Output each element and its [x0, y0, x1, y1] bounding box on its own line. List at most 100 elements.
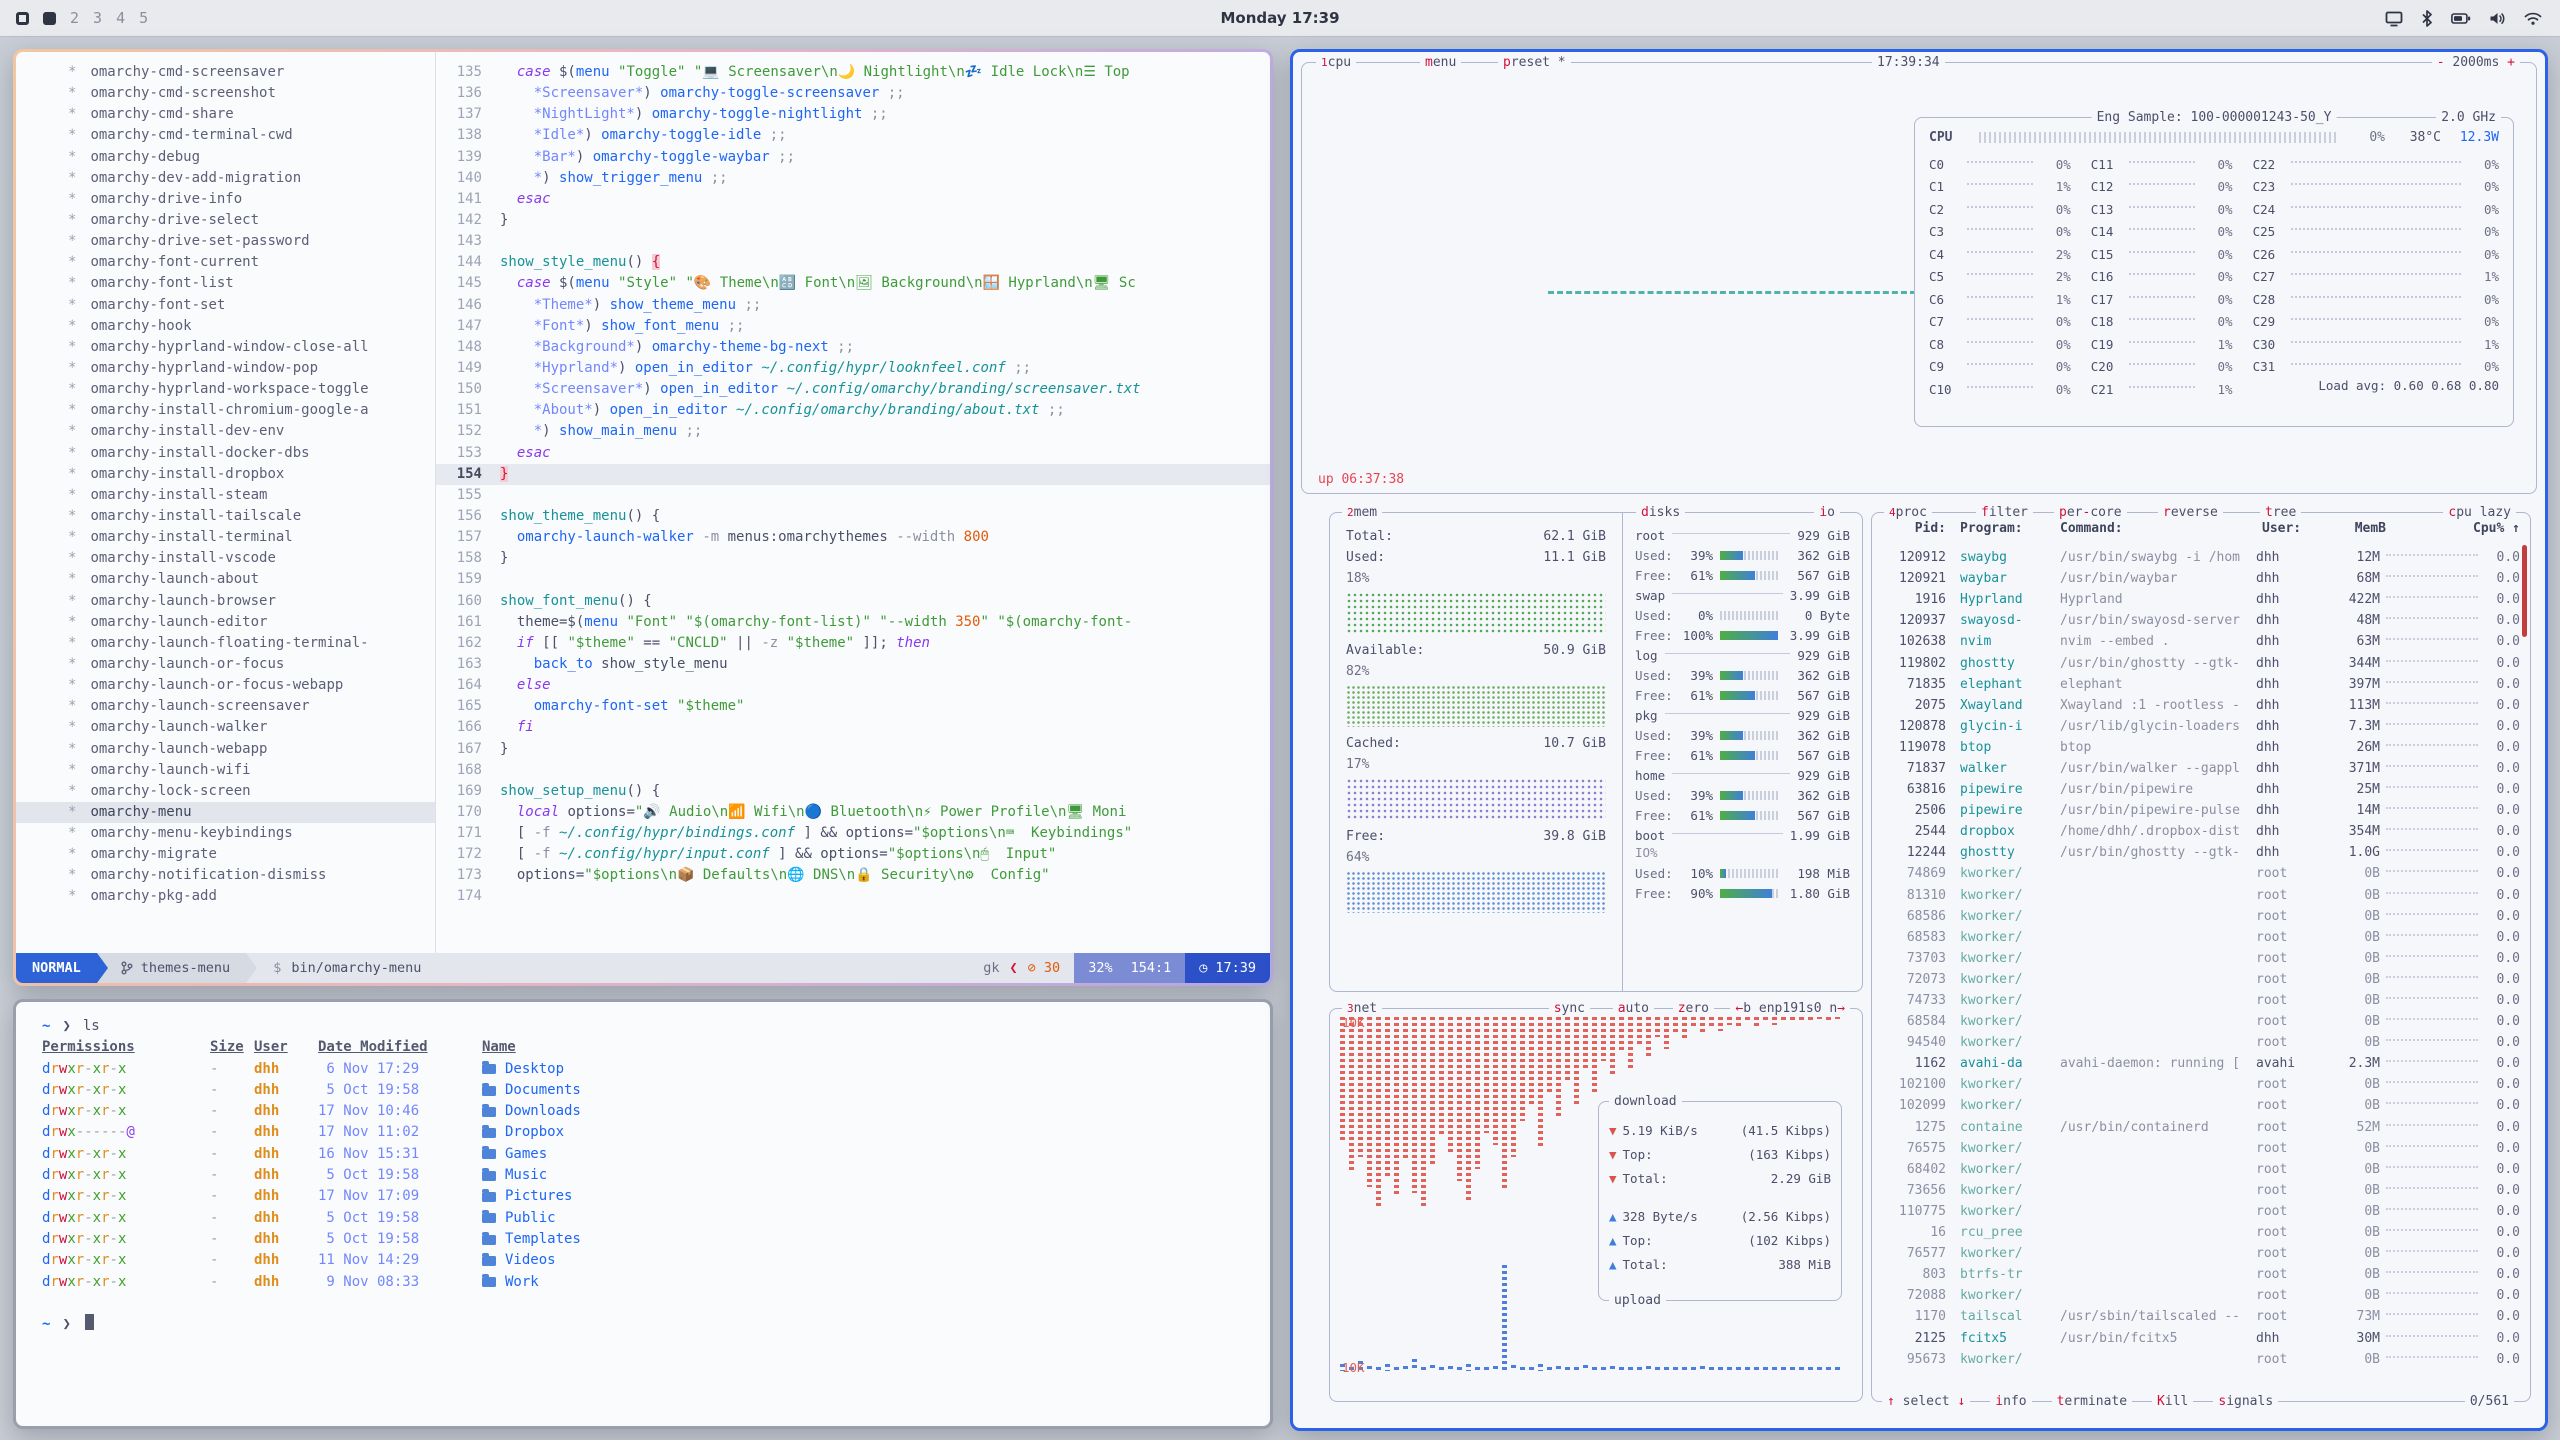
code-line[interactable]: 165 omarchy-font-set "$theme": [436, 696, 1270, 717]
process-row[interactable]: 95673kworker/root0B0.0: [1882, 1349, 2520, 1370]
code-line[interactable]: 156show_theme_menu() {: [436, 506, 1270, 527]
code-line[interactable]: 138 *Idle*) omarchy-toggle-idle ;;: [436, 125, 1270, 146]
process-row[interactable]: 76577kworker/root0B0.0: [1882, 1243, 2520, 1264]
process-list[interactable]: 120912swaybg/usr/bin/swaybg -i /homdhh12…: [1882, 547, 2520, 1385]
process-row[interactable]: 120878glycin-i/usr/lib/glycin-loadersdhh…: [1882, 716, 2520, 737]
process-row[interactable]: 76575kworker/root0B0.0: [1882, 1138, 2520, 1159]
code-line[interactable]: 168: [436, 760, 1270, 781]
sidebar-item[interactable]: *omarchy-hyprland-workspace-toggle: [16, 379, 435, 400]
code-line[interactable]: 160show_font_menu() {: [436, 591, 1270, 612]
per-core-button[interactable]: per-core: [2054, 504, 2127, 521]
sidebar-item[interactable]: *omarchy-launch-or-focus: [16, 654, 435, 675]
tree-button[interactable]: tree: [2260, 504, 2301, 521]
code-line[interactable]: 174: [436, 886, 1270, 907]
sidebar-item[interactable]: *omarchy-lock-screen: [16, 781, 435, 802]
sidebar-item[interactable]: *omarchy-font-list: [16, 273, 435, 294]
code-line[interactable]: 172 [ -f ~/.config/hypr/input.conf ] && …: [436, 844, 1270, 865]
proc-column-4[interactable]: MemB: [2326, 521, 2386, 536]
proc-column-5[interactable]: Cpu% ↑: [2386, 521, 2520, 536]
code-line[interactable]: 137 *NightLight*) omarchy-toggle-nightli…: [436, 104, 1270, 125]
sidebar-item[interactable]: *omarchy-install-docker-dbs: [16, 443, 435, 464]
code-line[interactable]: 164 else: [436, 675, 1270, 696]
prompt-line-2[interactable]: ~❯: [42, 1314, 1244, 1335]
sidebar-item[interactable]: *omarchy-install-terminal: [16, 527, 435, 548]
code-line[interactable]: 135 case $(menu "Toggle" "💻 Screensaver\…: [436, 62, 1270, 83]
process-row[interactable]: 102099kworker/root0B0.0: [1882, 1095, 2520, 1116]
sidebar-item[interactable]: *omarchy-menu-keybindings: [16, 823, 435, 844]
editor-file-sidebar[interactable]: *omarchy-cmd-screensaver*omarchy-cmd-scr…: [16, 52, 436, 953]
code-line[interactable]: 171 [ -f ~/.config/hypr/bindings.conf ] …: [436, 823, 1270, 844]
sidebar-item[interactable]: *omarchy-pkg-add: [16, 886, 435, 907]
sidebar-item[interactable]: *omarchy-launch-webapp: [16, 739, 435, 760]
sidebar-item[interactable]: *omarchy-notification-dismiss: [16, 865, 435, 886]
proc-column-2[interactable]: Command:: [2056, 521, 2262, 536]
sidebar-item[interactable]: *omarchy-install-dropbox: [16, 464, 435, 485]
sidebar-item[interactable]: *omarchy-drive-set-password: [16, 231, 435, 252]
screencast-icon[interactable]: [2385, 10, 2403, 27]
workspace-3[interactable]: 3: [93, 9, 102, 27]
process-row[interactable]: 63816pipewire/usr/bin/pipewiredhh25M0.0: [1882, 779, 2520, 800]
sidebar-item[interactable]: *omarchy-launch-walker: [16, 717, 435, 738]
process-row[interactable]: 68584kworker/root0B0.0: [1882, 1011, 2520, 1032]
sidebar-item[interactable]: *omarchy-drive-select: [16, 210, 435, 231]
sidebar-item[interactable]: *omarchy-cmd-terminal-cwd: [16, 125, 435, 146]
code-line[interactable]: 153 esac: [436, 443, 1270, 464]
sidebar-item[interactable]: *omarchy-hyprland-window-close-all: [16, 337, 435, 358]
proc-column-0[interactable]: Pid:: [1882, 521, 1946, 536]
code-line[interactable]: 163 back_to show_style_menu: [436, 654, 1270, 675]
process-row[interactable]: 81310kworker/root0B0.0: [1882, 885, 2520, 906]
process-row[interactable]: 12244ghostty/usr/bin/ghostty --gtk-dhh1.…: [1882, 842, 2520, 863]
code-line[interactable]: 144show_style_menu() {: [436, 252, 1270, 273]
net-interface[interactable]: ←b enp191s0 n→: [1730, 1000, 1850, 1017]
info-button[interactable]: info: [1990, 1393, 2031, 1410]
net-zero-button[interactable]: zero: [1673, 1000, 1714, 1017]
select-control[interactable]: ↑ select ↓: [1882, 1393, 1970, 1410]
process-row[interactable]: 94540kworker/root0B0.0: [1882, 1032, 2520, 1053]
kill-button[interactable]: Kill: [2152, 1393, 2193, 1410]
process-row[interactable]: 102638nvimnvim --embed .dhh63M0.0: [1882, 631, 2520, 652]
process-row[interactable]: 71837walker/usr/bin/walker --gappldhh371…: [1882, 758, 2520, 779]
battery-icon[interactable]: [2451, 10, 2471, 27]
code-line[interactable]: 140 *) show_trigger_menu ;;: [436, 168, 1270, 189]
sidebar-item[interactable]: *omarchy-hyprland-window-pop: [16, 358, 435, 379]
workspace-occupied-icon[interactable]: [43, 12, 56, 25]
proc-column-3[interactable]: User:: [2262, 521, 2326, 536]
code-line[interactable]: 142}: [436, 210, 1270, 231]
code-line[interactable]: 167}: [436, 739, 1270, 760]
sidebar-item[interactable]: *omarchy-hook: [16, 316, 435, 337]
code-line[interactable]: 162 if [[ "$theme" == "CNCLD" || -z "$th…: [436, 633, 1270, 654]
sidebar-item[interactable]: *omarchy-install-chromium-google-a: [16, 400, 435, 421]
process-row[interactable]: 1275containe/usr/bin/containerdroot52M0.…: [1882, 1117, 2520, 1138]
code-line[interactable]: 173 options="$options\n📦 Defaults\n🌐 DNS…: [436, 865, 1270, 886]
code-line[interactable]: 147 *Font*) show_font_menu ;;: [436, 316, 1270, 337]
process-row[interactable]: 68583kworker/root0B0.0: [1882, 927, 2520, 948]
sidebar-item[interactable]: *omarchy-cmd-share: [16, 104, 435, 125]
code-line[interactable]: 161 theme=$(menu "Font" "$(omarchy-font-…: [436, 612, 1270, 633]
process-row[interactable]: 74869kworker/root0B0.0: [1882, 863, 2520, 884]
process-row[interactable]: 68402kworker/root0B0.0: [1882, 1159, 2520, 1180]
sidebar-item[interactable]: *omarchy-launch-floating-terminal-: [16, 633, 435, 654]
code-line[interactable]: 139 *Bar*) omarchy-toggle-waybar ;;: [436, 147, 1270, 168]
btop-window[interactable]: Eng Sample: 100-000001243-50_Y 2.0 GHz C…: [1290, 49, 2548, 1431]
process-row[interactable]: 1162avahi-daavahi-daemon: running [avahi…: [1882, 1053, 2520, 1074]
menu-button[interactable]: menu: [1420, 54, 1461, 71]
code-line[interactable]: 152 *) show_main_menu ;;: [436, 421, 1270, 442]
code-line[interactable]: 150 *Screensaver*) open_in_editor ~/.con…: [436, 379, 1270, 400]
io-toggle[interactable]: io: [1814, 504, 1840, 521]
preset-button[interactable]: preset *: [1498, 54, 1571, 71]
process-row[interactable]: 803btrfs-trroot0B0.0: [1882, 1264, 2520, 1285]
sidebar-item[interactable]: *omarchy-menu: [16, 802, 435, 823]
process-row[interactable]: 68586kworker/root0B0.0: [1882, 906, 2520, 927]
process-row[interactable]: 120912swaybg/usr/bin/swaybg -i /homdhh12…: [1882, 547, 2520, 568]
code-line[interactable]: 154}: [436, 464, 1270, 485]
process-row[interactable]: 119802ghostty/usr/bin/ghostty --gtk-dhh3…: [1882, 652, 2520, 673]
process-row[interactable]: 72088kworker/root0B0.0: [1882, 1285, 2520, 1306]
process-header[interactable]: Pid:Program:Command:User:MemBCpu% ↑: [1882, 521, 2520, 536]
code-line[interactable]: 148 *Background*) omarchy-theme-bg-next …: [436, 337, 1270, 358]
code-line[interactable]: 170 local options="🔊 Audio\n📶 Wifi\n🔵 Bl…: [436, 802, 1270, 823]
code-line[interactable]: 166 fi: [436, 717, 1270, 738]
signals-button[interactable]: signals: [2213, 1393, 2278, 1410]
filter-button[interactable]: filter: [1976, 504, 2033, 521]
code-line[interactable]: 151 *About*) open_in_editor ~/.config/om…: [436, 400, 1270, 421]
sidebar-item[interactable]: *omarchy-launch-browser: [16, 591, 435, 612]
